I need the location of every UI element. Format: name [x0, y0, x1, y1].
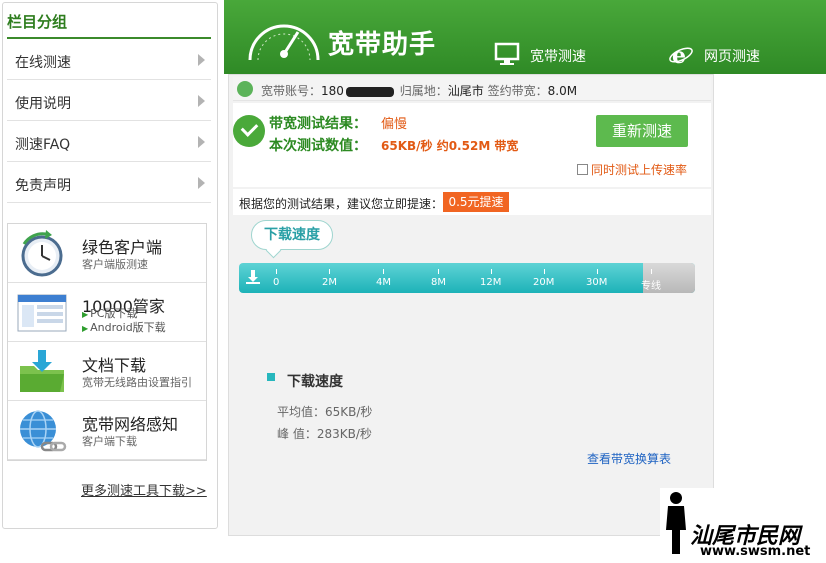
tab-label: 网页测速	[704, 49, 760, 65]
sidebar-item-online-test[interactable]: 在线测速	[7, 40, 211, 80]
sidebar-item-label: 在线测速	[15, 55, 71, 71]
tick-label: 8M	[431, 277, 446, 288]
ie-browser-icon: e	[669, 43, 693, 66]
result-box: 带宽测试结果： 偏慢 本次测试数值： 65KB/秒 约0.52M 带宽 重新测速…	[233, 103, 711, 187]
tools-panel: 绿色客户端 客户端版测速 10000管家 ▶ PC版下载 ▶ Android版下载	[7, 223, 207, 461]
chevron-right-icon	[198, 54, 205, 66]
sidebar-item-faq[interactable]: 测速FAQ	[7, 122, 211, 162]
screenshot-icon	[17, 294, 67, 332]
tick-mark	[276, 269, 277, 274]
globe-link-icon	[20, 410, 67, 452]
tick-label: 30M	[586, 277, 608, 288]
tab-label: 宽带测速	[530, 49, 586, 65]
average-speed: 平均值：65KB/秒	[277, 405, 373, 419]
result-label: 带宽测试结果：	[269, 116, 367, 132]
download-icon	[246, 270, 260, 284]
tool-name: 绿色客户端	[82, 238, 163, 257]
app-header: 宽带助手 宽带测速 e 网页测速	[224, 0, 826, 74]
person-silhouette-icon	[666, 492, 686, 554]
masked-account	[345, 86, 394, 97]
checkbox-icon[interactable]	[577, 164, 588, 175]
tab-bandwidth-test[interactable]: 宽带测速	[494, 42, 614, 68]
monitor-icon	[494, 42, 520, 65]
chevron-right-icon	[198, 136, 205, 148]
tool-subtitle: 客户端下载	[82, 435, 137, 448]
account-info-bar: 宽带账号：180 归属地：汕尾市 签约带宽：8.0M	[233, 77, 711, 101]
result-value: 偏慢	[381, 117, 408, 132]
tick-label: 12M	[480, 277, 502, 288]
measured-label: 本次测试数值：	[269, 138, 367, 154]
check-icon	[233, 115, 265, 147]
sidebar-item-instructions[interactable]: 使用说明	[7, 81, 211, 121]
tick-mark	[544, 269, 545, 274]
tick-mark	[329, 269, 330, 274]
legend-download-speed: 下载速度	[287, 374, 343, 390]
measured-value: 65KB/秒 约0.52M 带宽	[381, 139, 519, 153]
tool-name: 宽带网络感知	[82, 415, 179, 434]
tick-mark	[491, 269, 492, 274]
sidebar-item-disclaimer[interactable]: 免责声明	[7, 163, 211, 203]
tool-subtitle: 宽带无线路由设置指引	[82, 376, 192, 389]
tick-label: 2M	[322, 277, 337, 288]
chevron-right-icon	[198, 177, 205, 189]
tick-label: 0	[273, 277, 280, 288]
app-title: 宽带助手	[328, 30, 437, 60]
tick-label: 4M	[376, 277, 391, 288]
suggestion-text: 根据您的测试结果，建议您立即提速：	[239, 197, 444, 211]
tool-network-perception[interactable]: 宽带网络感知 客户端下载	[8, 401, 206, 460]
user-icon	[237, 81, 253, 97]
tick-label: 专线	[641, 281, 661, 292]
upload-test-checkbox[interactable]: 同时测试上传速率	[577, 161, 687, 178]
tool-name: 文档下载	[82, 356, 147, 375]
tool-green-client[interactable]: 绿色客户端 客户端版测速	[8, 224, 206, 283]
tool-10000-manager[interactable]: 10000管家 ▶ PC版下载 ▶ Android版下载	[8, 283, 206, 342]
sidebar-item-label: 使用说明	[15, 96, 71, 112]
speed-scale-bar: 0 2M 4M 8M 12M 20M 30M 专线	[239, 263, 695, 293]
tick-mark	[438, 269, 439, 274]
tab-web-test[interactable]: e 网页测速	[668, 42, 788, 68]
sidebar-item-label: 测速FAQ	[15, 137, 71, 153]
watermark-url: www.swsm.net	[700, 544, 811, 559]
sidebar: 栏目分组 在线测速 使用说明 测速FAQ 免责声明 绿色客户端 客户端版测速 1…	[2, 2, 218, 529]
tick-mark	[383, 269, 384, 274]
tool-doc-download[interactable]: 文档下载 宽带无线路由设置指引	[8, 342, 206, 401]
main-panel: 宽带账号：180 归属地：汕尾市 签约带宽：8.0M 带宽测试结果： 偏慢 本次…	[228, 74, 714, 536]
tick-mark	[651, 269, 652, 274]
bandwidth-conversion-link[interactable]: 查看带宽换算表	[587, 450, 671, 467]
sidebar-title: 栏目分组	[7, 13, 68, 31]
site-watermark: 汕尾市民网 www.swsm.net	[660, 488, 826, 563]
speedometer-icon	[248, 24, 320, 61]
legend-swatch	[267, 373, 275, 381]
chevron-right-icon	[198, 95, 205, 107]
more-tools-link[interactable]: 更多测速工具下载>>	[81, 480, 207, 499]
tool-subtitle: 客户端版测速	[82, 258, 148, 271]
download-speed-bubble: 下载速度	[251, 220, 333, 250]
suggestion-bar: 根据您的测试结果，建议您立即提速： 0.5元提速	[233, 189, 711, 215]
tick-mark	[597, 269, 598, 274]
peak-speed: 峰 值：283KB/秒	[277, 427, 372, 441]
tick-label: 20M	[533, 277, 555, 288]
sidebar-item-label: 免责声明	[15, 178, 71, 194]
clock-icon	[21, 230, 63, 277]
speedup-button[interactable]: 0.5元提速	[443, 192, 509, 212]
account-info: 宽带账号：180 归属地：汕尾市 签约带宽：8.0M	[261, 84, 578, 98]
retest-button[interactable]: 重新测速	[596, 115, 688, 147]
tool-android-download[interactable]: ▶ Android版下载	[82, 321, 166, 336]
folder-download-icon	[20, 350, 64, 392]
tool-pc-download[interactable]: ▶ PC版下载	[82, 307, 137, 322]
sidebar-title-divider	[7, 37, 211, 39]
